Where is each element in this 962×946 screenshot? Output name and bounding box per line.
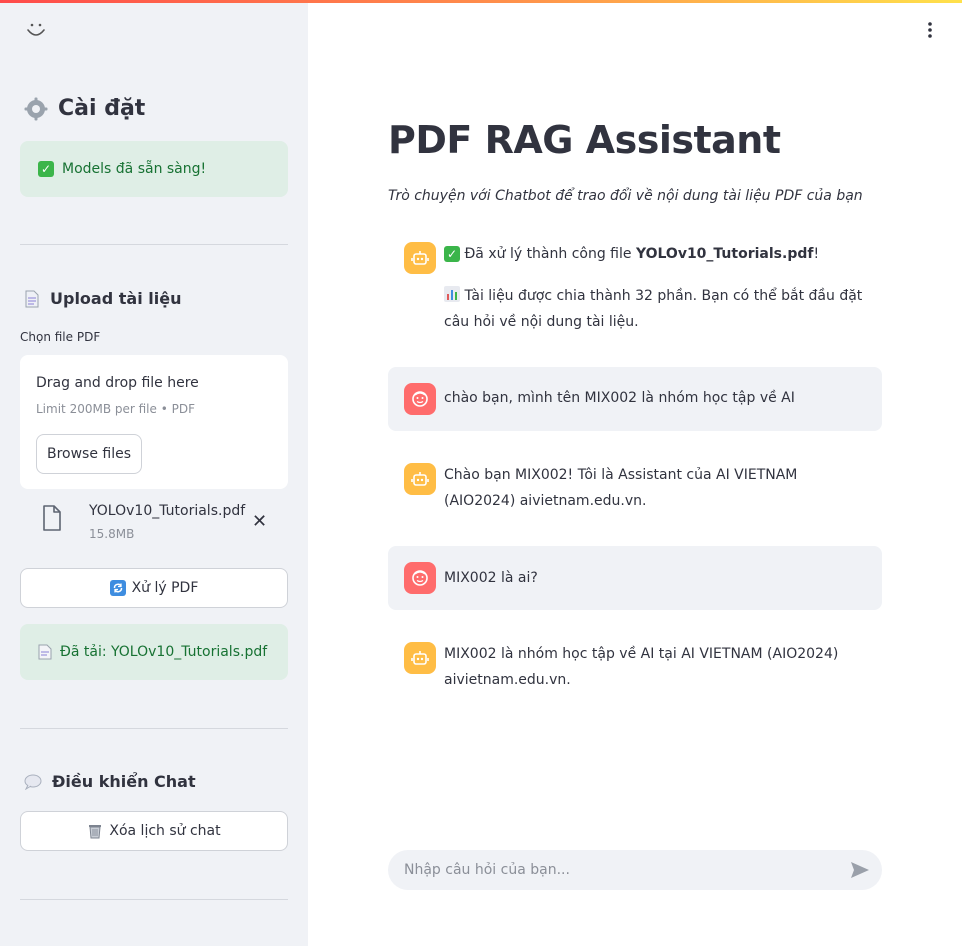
bot-avatar-icon — [404, 463, 436, 495]
bar-chart-icon — [444, 286, 460, 302]
bot-avatar-icon — [404, 242, 436, 274]
refresh-icon — [109, 580, 126, 596]
file-dropzone[interactable]: Drag and drop file here Limit 200MB per … — [20, 355, 288, 489]
gear-icon — [24, 97, 48, 120]
page-title: PDF RAG Assistant — [388, 118, 781, 162]
user-avatar-icon — [404, 383, 436, 415]
message-suffix: ! — [813, 246, 820, 262]
remove-file-icon[interactable]: ✕ — [252, 511, 267, 532]
main-content: PDF RAG Assistant Trò chuyện với Chatbot… — [308, 0, 962, 946]
file-loaded-alert: Đã tải: YOLOv10_Tutorials.pdf — [20, 624, 288, 680]
message-text: chào bạn, mình tên MIX002 là nhóm học tậ… — [444, 390, 795, 406]
chat-message-assistant: MIX002 là nhóm học tập về AI tại AI VIET… — [388, 626, 882, 706]
clear-chat-label: Xóa lịch sử chat — [109, 823, 221, 839]
page-subtitle: Trò chuyện với Chatbot để trao đổi về nộ… — [388, 188, 863, 204]
dropzone-limit: Limit 200MB per file • PDF — [36, 402, 195, 416]
upload-heading: Upload tài liệu — [24, 289, 181, 308]
clear-chat-button[interactable]: Xóa lịch sử chat — [20, 811, 288, 851]
chat-message-user: MIX002 là ai? — [388, 546, 882, 610]
chat-message-assistant: ✓ Đã xử lý thành công file YOLOv10_Tutor… — [388, 232, 882, 350]
app-logo-icon[interactable] — [26, 22, 46, 38]
chat-message-user: chào bạn, mình tên MIX002 là nhóm học tậ… — [388, 367, 882, 431]
models-ready-alert: ✓ Models đã sẵn sàng! — [20, 141, 288, 197]
sidebar-divider — [20, 728, 288, 729]
chat-input-container — [388, 850, 882, 890]
settings-heading: Cài đặt — [24, 96, 145, 121]
message-text: ✓ Đã xử lý thành công file YOLOv10_Tutor… — [444, 241, 866, 335]
app-header-decoration — [0, 0, 962, 3]
sidebar-divider — [20, 899, 288, 900]
process-pdf-button[interactable]: Xử lý PDF — [20, 568, 288, 608]
file-loaded-text: Đã tải: YOLOv10_Tutorials.pdf — [60, 644, 268, 660]
check-mark-icon: ✓ — [38, 161, 54, 177]
trash-icon — [89, 825, 102, 839]
file-name: YOLOv10_Tutorials.pdf — [89, 503, 246, 519]
bot-avatar-icon — [404, 642, 436, 674]
process-pdf-label: Xử lý PDF — [131, 580, 199, 596]
message-line: ✓ Đã xử lý thành công file YOLOv10_Tutor… — [444, 241, 866, 267]
dropzone-title: Drag and drop file here — [36, 375, 199, 391]
browse-files-button[interactable]: Browse files — [36, 434, 142, 474]
document-icon — [38, 644, 52, 660]
uploaded-file: YOLOv10_Tutorials.pdf 15.8MB ✕ — [20, 497, 288, 549]
user-avatar-icon — [404, 562, 436, 594]
message-prefix: Đã xử lý thành công file — [464, 246, 636, 262]
more-options-icon[interactable] — [920, 20, 940, 40]
message-line: Tài liệu được chia thành 32 phần. Bạn có… — [444, 283, 866, 335]
message-text: MIX002 là ai? — [444, 570, 538, 586]
sidebar: Cài đặt ✓ Models đã sẵn sàng! Upload tài… — [0, 0, 308, 946]
send-icon[interactable] — [850, 861, 870, 879]
check-mark-icon: ✓ — [444, 246, 460, 262]
message-file-name: YOLOv10_Tutorials.pdf — [635, 246, 814, 262]
chat-control-title: Điều khiển Chat — [52, 772, 196, 791]
document-icon — [25, 290, 39, 307]
chat-input[interactable] — [404, 850, 834, 890]
chat-message-assistant: Chào bạn MIX002! Tôi là Assistant của AI… — [388, 447, 882, 527]
models-ready-text: Models đã sẵn sàng! — [62, 161, 207, 177]
file-size: 15.8MB — [89, 527, 135, 541]
message-text: Chào bạn MIX002! Tôi là Assistant của AI… — [444, 467, 798, 509]
file-icon — [43, 505, 61, 531]
speech-bubble-icon — [24, 774, 42, 790]
message-body: Tài liệu được chia thành 32 phần. Bạn có… — [444, 288, 863, 330]
choose-file-label: Chọn file PDF — [20, 330, 101, 344]
message-text: MIX002 là nhóm học tập về AI tại AI VIET… — [444, 646, 839, 688]
sidebar-divider — [20, 244, 288, 245]
chat-control-heading: Điều khiển Chat — [24, 772, 196, 791]
settings-title: Cài đặt — [58, 96, 146, 121]
upload-title: Upload tài liệu — [50, 289, 182, 308]
